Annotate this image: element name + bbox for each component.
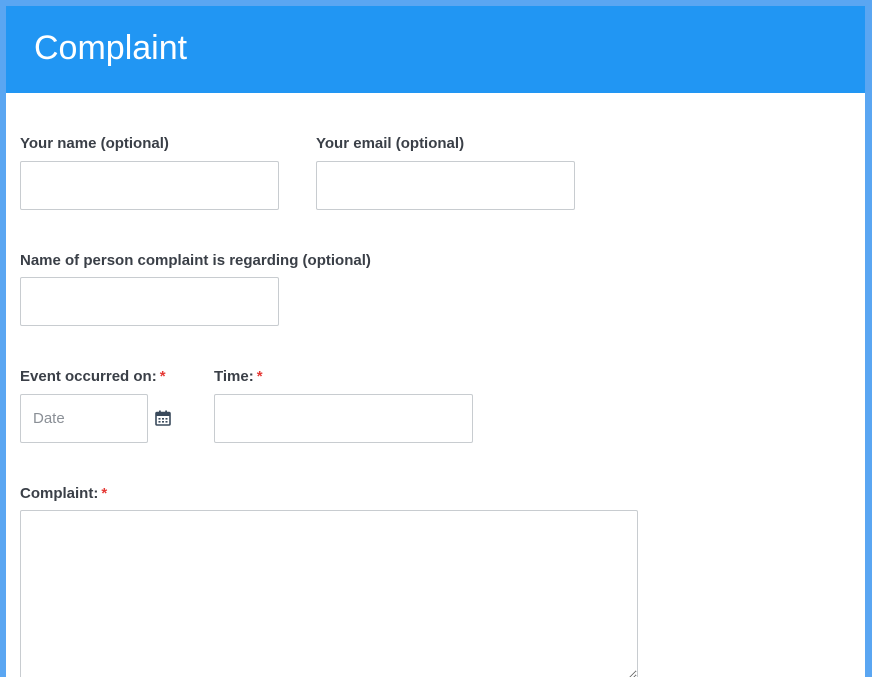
date-field[interactable]: [20, 394, 148, 443]
complaint-label-text: Complaint:: [20, 485, 99, 502]
complaint-label: Complaint: *: [20, 485, 107, 503]
required-marker: *: [256, 368, 263, 385]
page-title: Complaint: [34, 29, 188, 67]
name-field[interactable]: [20, 161, 279, 210]
name-label: Your name (optional): [20, 135, 169, 152]
date-label: Event occurred on: *: [20, 368, 166, 386]
required-marker: *: [101, 485, 108, 502]
time-label-text: Time:: [214, 368, 254, 385]
regarding-field[interactable]: [20, 277, 279, 326]
complaint-form-panel: Complaint Your name (optional) Your emai…: [6, 6, 865, 677]
date-label-text: Event occurred on:: [20, 368, 157, 385]
calendar-icon[interactable]: [155, 410, 171, 426]
complaint-textarea[interactable]: [20, 510, 638, 677]
time-field[interactable]: [214, 394, 473, 443]
time-label: Time: *: [214, 368, 263, 386]
required-marker: *: [159, 368, 166, 385]
email-label: Your email (optional): [316, 135, 465, 152]
regarding-label: Name of person complaint is regarding (o…: [20, 252, 371, 269]
email-field[interactable]: [316, 161, 575, 210]
form-header: Complaint: [6, 6, 865, 93]
